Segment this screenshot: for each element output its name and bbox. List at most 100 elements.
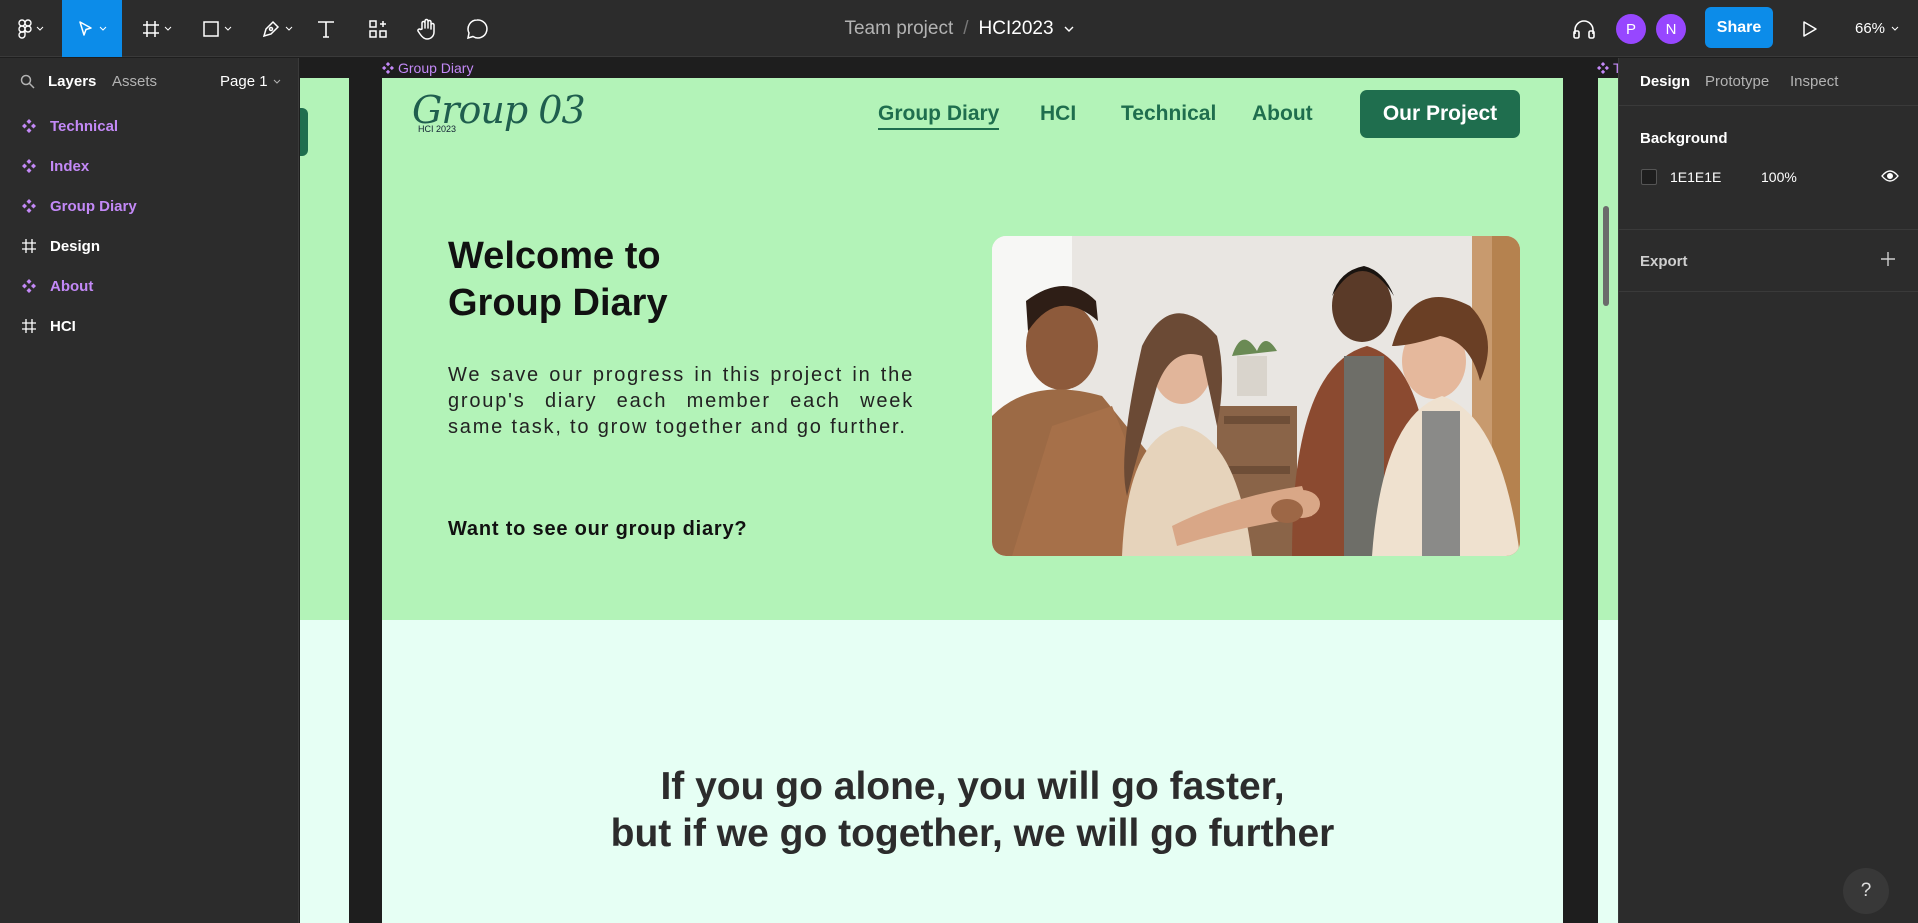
layer-label: Index [50,157,90,175]
nav-link-about[interactable]: About [1252,102,1313,126]
component-icon [21,158,37,174]
tab-prototype[interactable]: Prototype [1705,73,1769,90]
right-frame-label[interactable]: T [1597,60,1618,76]
group-diary-frame[interactable]: Group 03 HCI 2023 Group Diary HCI Techni… [382,78,1563,923]
chevron-down-icon [1064,26,1074,32]
layers-panel: Layers Assets Page 1 Technical Index Gro… [0,58,299,923]
quote-line: but if we go together, we will go furthe… [610,812,1335,855]
tab-layers[interactable]: Layers [48,73,96,90]
share-button[interactable]: Share [1705,7,1773,48]
panel-divider [1619,229,1918,230]
move-tool-button[interactable] [62,0,122,57]
adjacent-frame-right[interactable] [1598,78,1618,923]
team-handshake-photo [992,236,1520,556]
hero-question[interactable]: Want to see our group diary? [448,518,747,541]
audio-button[interactable] [1570,0,1598,57]
layer-item-technical[interactable]: Technical [0,106,299,146]
chevron-down-icon [285,26,293,31]
adjacent-frame-lower [300,620,349,923]
panel-divider [1619,105,1918,106]
project-name[interactable]: Team project [844,18,953,40]
canvas[interactable]: Group Diary T Group 03 HCI 2023 Group Di… [300,58,1618,923]
visibility-toggle[interactable] [1881,169,1899,188]
background-hex-input[interactable]: 1E1E1E [1670,169,1721,185]
properties-panel: Design Prototype Inspect Background 1E1E… [1618,58,1918,923]
chevron-down-icon [164,26,172,31]
layer-item-design[interactable]: Design [0,226,299,266]
main-menu-button[interactable] [8,0,54,57]
hand-tool-button[interactable] [414,0,440,57]
quote-line: If you go alone, you will go faster, [660,765,1285,808]
pen-tool-icon [262,20,280,37]
tab-assets[interactable]: Assets [112,73,157,90]
team-quote: If you go alone, you will go faster, but… [382,763,1563,857]
layers-panel-tabs: Layers Assets Page 1 [0,58,299,105]
layer-label: About [50,277,94,295]
search-icon[interactable] [20,74,35,89]
background-color-swatch[interactable] [1641,169,1657,185]
adjacent-frame-hero [300,78,349,620]
present-icon [1803,20,1817,37]
zoom-level: 66% [1855,20,1886,37]
component-icon [21,118,37,134]
plus-icon [1881,252,1895,266]
nav-link-technical[interactable]: Technical [1121,102,1216,126]
adjacent-frame-right-hero [1598,78,1618,620]
frame-label[interactable]: Group Diary [382,60,473,76]
chevron-down-icon [99,26,107,31]
adjacent-frame-left[interactable] [300,78,349,923]
quote-section: If you go alone, you will go faster, but… [382,620,1563,923]
our-project-button[interactable]: Our Project [1360,90,1520,138]
hero-title-line: Group Diary [448,282,668,324]
frame-tool-button[interactable] [134,0,180,57]
top-toolbar: Team project / HCI2023 P N Share 66% [0,0,1918,57]
file-menu-button[interactable] [1064,26,1074,32]
frame-icon [21,238,37,254]
shape-tool-icon [203,20,219,37]
background-opacity-input[interactable]: 100% [1761,169,1797,185]
tab-inspect[interactable]: Inspect [1790,73,1838,90]
headphones-icon [1573,19,1595,39]
help-button[interactable]: ? [1843,868,1889,914]
site-logo[interactable]: Group 03 HCI 2023 [412,88,586,134]
layer-item-about[interactable]: About [0,266,299,306]
layer-label: Design [50,237,101,255]
avatar[interactable]: N [1656,14,1686,44]
nav-link-group-diary[interactable]: Group Diary [878,102,1000,130]
file-name[interactable]: HCI2023 [979,18,1054,40]
hero-title-line: Welcome to [448,235,661,277]
page-label: Page 1 [220,73,268,90]
frame-tool-icon [143,20,159,37]
add-export-button[interactable] [1880,251,1896,272]
hero-section: Group 03 HCI 2023 Group Diary HCI Techni… [382,78,1563,620]
comment-icon [467,18,488,39]
nav-link-hci[interactable]: HCI [1040,102,1076,126]
layer-item-index[interactable]: Index [0,146,299,186]
canvas-scrollbar[interactable] [1603,206,1609,306]
shape-tool-button[interactable] [194,0,240,57]
text-tool-button[interactable] [314,0,338,57]
layer-label: Group Diary [50,197,137,215]
comment-button[interactable] [464,0,490,57]
chevron-down-icon [273,79,280,84]
component-icon [1597,62,1609,74]
move-tool-icon [79,20,92,36]
layer-item-hci[interactable]: HCI [0,306,299,346]
present-button[interactable] [1798,0,1822,57]
component-icon [382,62,394,74]
resources-button[interactable] [366,0,390,57]
logo-subtitle: HCI 2023 [418,124,457,134]
page-selector[interactable]: Page 1 [220,73,281,90]
frame-icon [21,318,37,334]
zoom-menu[interactable]: 66% [1855,0,1899,57]
background-section-title: Background [1640,130,1728,147]
layer-item-group-diary[interactable]: Group Diary [0,186,299,226]
tab-design[interactable]: Design [1640,73,1690,90]
chevron-down-icon [224,26,232,31]
title-separator: / [963,17,969,39]
avatar[interactable]: P [1616,14,1646,44]
pen-tool-button[interactable] [254,0,300,57]
panel-divider [1619,291,1918,292]
chevron-down-icon [36,26,44,31]
component-icon [21,198,37,214]
